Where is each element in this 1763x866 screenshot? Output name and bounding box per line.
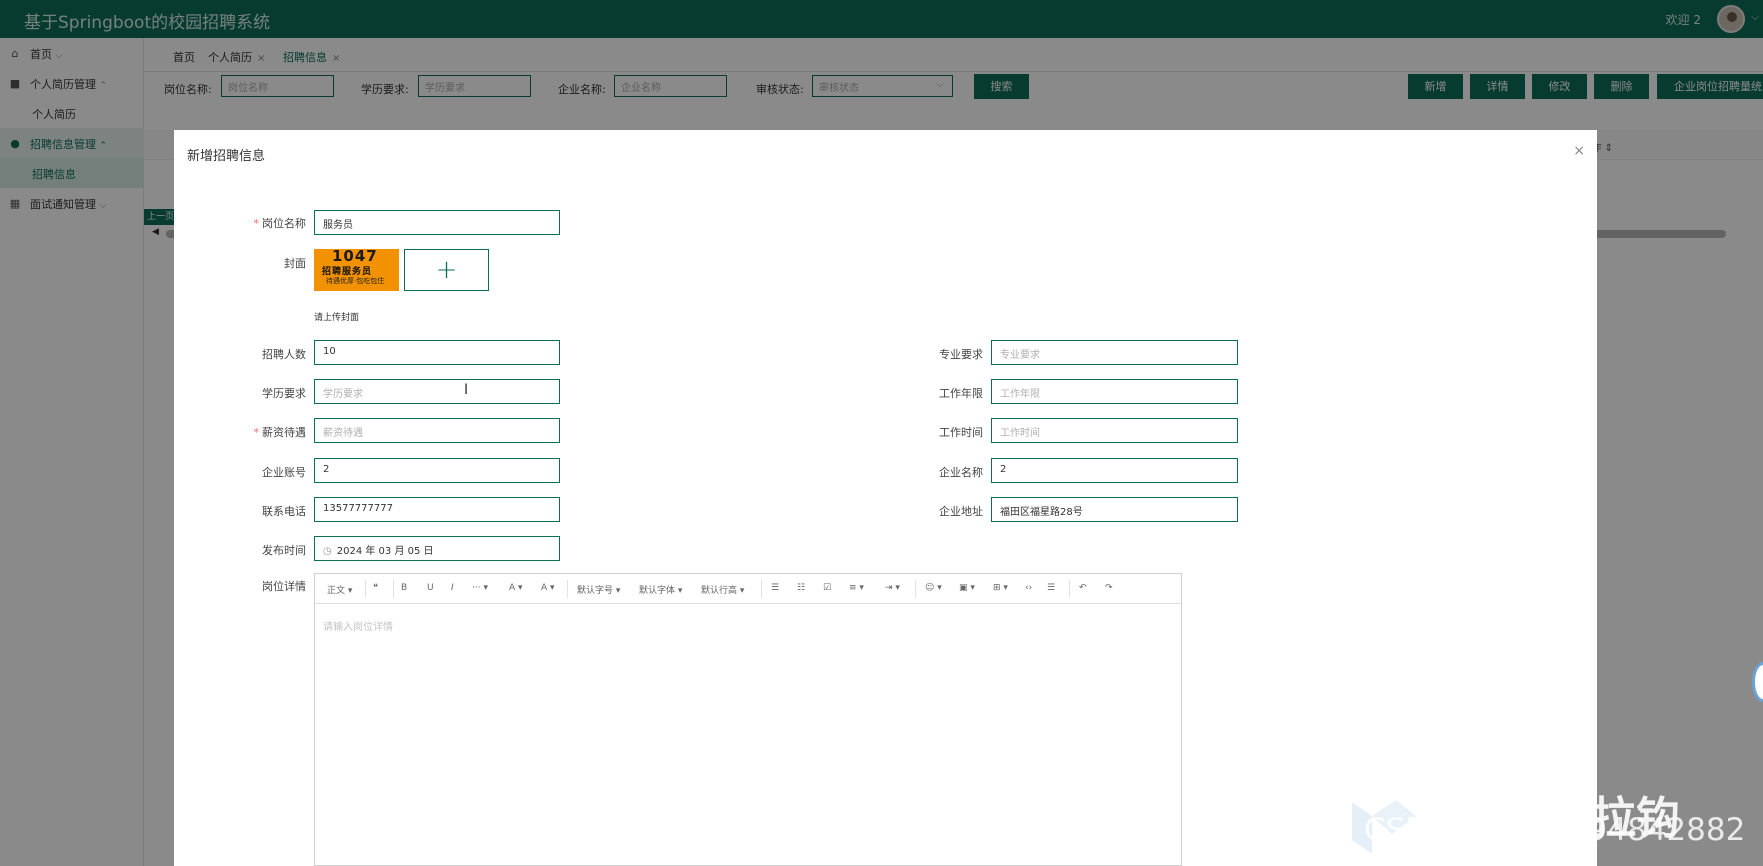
more-icon[interactable]: ··· ▾ xyxy=(472,583,488,593)
clock-icon: ◷ xyxy=(323,546,332,557)
code-icon[interactable]: ‹› xyxy=(1025,583,1032,593)
table-icon[interactable]: ⊞ ▾ xyxy=(993,583,1008,593)
image-icon[interactable]: ▣ ▾ xyxy=(959,583,975,593)
work-time-input[interactable]: 工作时间 xyxy=(991,418,1238,443)
watermark-text: CSDN @qq_1394842882 xyxy=(1364,812,1746,848)
education-label: 学历要求 xyxy=(262,387,306,400)
phone-input[interactable]: 13577777777 xyxy=(314,497,560,522)
line-height-dropdown[interactable]: 默认行高 ▾ xyxy=(701,583,744,596)
numbered-list-icon[interactable]: ☷ xyxy=(797,583,805,593)
undo-icon[interactable]: ↶ xyxy=(1079,583,1087,593)
work-time-label: 工作时间 xyxy=(939,426,983,439)
italic-icon[interactable]: I xyxy=(451,583,454,593)
bulleted-list-icon[interactable]: ☰ xyxy=(771,583,779,593)
background-color-icon[interactable]: A ▾ xyxy=(541,583,555,593)
editor-placeholder: 请输入岗位详情 xyxy=(323,622,393,633)
headcount-input[interactable]: 10 xyxy=(314,340,560,365)
education-input[interactable]: 学历要求 xyxy=(314,379,560,404)
position-name-input[interactable]: 服务员 xyxy=(314,210,560,235)
company-name-label: 企业名称 xyxy=(939,466,983,479)
position-name-label: * 岗位名称 xyxy=(253,217,307,230)
todo-list-icon[interactable]: ☑ xyxy=(823,583,831,593)
upload-cover-button[interactable]: + xyxy=(404,249,489,291)
major-label: 专业要求 xyxy=(939,348,983,361)
add-recruit-dialog: 新增招聘信息 × * 岗位名称 服务员 封面 1047 招聘服务员 待遇优厚·包吃… xyxy=(174,130,1597,866)
text-cursor-icon: Ⅰ xyxy=(464,382,469,398)
work-years-label: 工作年限 xyxy=(939,387,983,400)
quote-icon[interactable]: ❝ xyxy=(373,583,378,593)
salary-label: * 薪资待遇 xyxy=(253,426,307,439)
publish-time-picker[interactable]: ◷ 2024 年 03 月 05 日 xyxy=(314,536,560,561)
dialog-title: 新增招聘信息 xyxy=(187,149,266,164)
phone-label: 联系电话 xyxy=(262,505,306,518)
publish-time-label: 发布时间 xyxy=(262,544,306,557)
work-years-input[interactable]: 工作年限 xyxy=(991,379,1238,404)
company-account-label: 企业账号 xyxy=(262,466,306,479)
details-label: 岗位详情 xyxy=(262,580,306,593)
cover-label: 封面 xyxy=(284,257,306,270)
company-name-input[interactable]: 2 xyxy=(991,458,1238,483)
align-icon[interactable]: ≡ ▾ xyxy=(849,583,864,593)
address-input[interactable]: 福田区福星路28号 xyxy=(991,497,1238,522)
redo-icon[interactable]: ↷ xyxy=(1105,583,1113,593)
font-size-dropdown[interactable]: 默认字号 ▾ xyxy=(577,583,620,596)
bold-icon[interactable]: B xyxy=(401,583,407,593)
cover-image[interactable]: 1047 招聘服务员 待遇优厚·包吃包住 xyxy=(314,249,399,291)
paragraph-format-dropdown[interactable]: 正文 ▾ xyxy=(327,583,352,596)
editor-toolbar: 正文 ▾ ❝ B U I ··· ▾ A ▾ A ▾ 默认字号 ▾ 默认字体 ▾… xyxy=(315,574,1181,604)
cover-hint: 请上传封面 xyxy=(314,313,360,323)
close-icon[interactable]: × xyxy=(1573,143,1585,159)
salary-input[interactable]: 薪资待遇 xyxy=(314,418,560,443)
font-family-dropdown[interactable]: 默认字体 ▾ xyxy=(639,583,682,596)
major-input[interactable]: 专业要求 xyxy=(991,340,1238,365)
headcount-label: 招聘人数 xyxy=(262,348,306,361)
font-color-icon[interactable]: A ▾ xyxy=(509,583,523,593)
rich-text-editor[interactable]: 正文 ▾ ❝ B U I ··· ▾ A ▾ A ▾ 默认字号 ▾ 默认字体 ▾… xyxy=(314,573,1182,866)
company-account-input[interactable]: 2 xyxy=(314,458,560,483)
address-label: 企业地址 xyxy=(939,505,983,518)
divider-icon[interactable]: ☰ xyxy=(1047,583,1055,593)
underline-icon[interactable]: U xyxy=(427,583,434,593)
indent-icon[interactable]: ⇥ ▾ xyxy=(885,583,900,593)
emoji-icon[interactable]: ☺ ▾ xyxy=(925,583,942,593)
